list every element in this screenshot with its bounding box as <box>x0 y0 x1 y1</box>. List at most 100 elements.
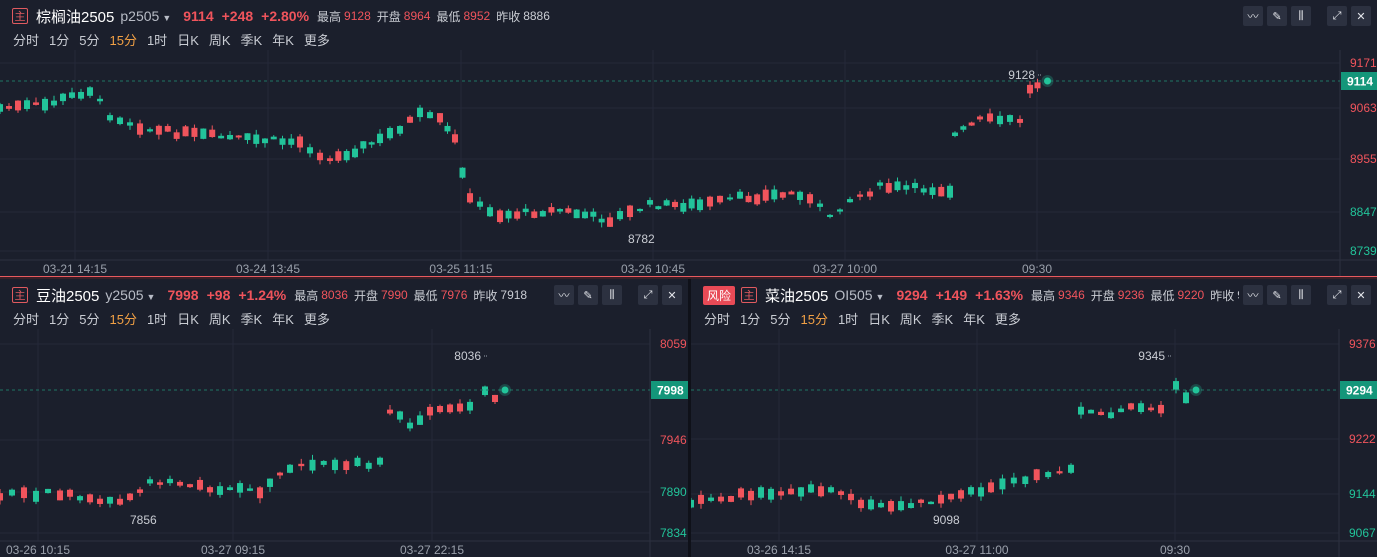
tab-period[interactable]: 1分 <box>740 309 760 328</box>
y-tick-label: 9144 <box>1349 487 1376 501</box>
candle <box>958 488 964 502</box>
candle <box>0 489 3 505</box>
tab-period[interactable]: 分时 <box>13 309 39 328</box>
draw-pen-icon[interactable]: ✎ <box>1267 6 1287 26</box>
tab-period[interactable]: 15分 <box>109 30 136 49</box>
candle-style-icon[interactable]: ⫼ <box>602 285 622 305</box>
tab-period[interactable]: 分时 <box>704 309 730 328</box>
candle <box>1022 475 1029 488</box>
tab-period[interactable]: 分时 <box>13 30 39 49</box>
close-icon[interactable]: ✕ <box>1351 6 1371 26</box>
candlestick-chart[interactable]: 8059 7946 7890 7834 7998 03-26 10:15 03-27 09:… <box>0 329 688 557</box>
expand-icon[interactable]: ⤢ <box>638 285 658 305</box>
tab-period[interactable]: 年K <box>963 309 985 328</box>
tab-period[interactable]: 年K <box>272 309 294 328</box>
candle <box>797 190 803 205</box>
candle <box>988 479 994 494</box>
tab-period[interactable]: 5分 <box>79 309 99 328</box>
candle <box>691 497 694 509</box>
stat-label: 昨收 <box>496 9 521 24</box>
tab-period[interactable]: 年K <box>272 30 294 49</box>
tab-period[interactable]: 15分 <box>109 309 136 328</box>
candle <box>60 92 66 105</box>
contract-selector[interactable]: OI505 ▼ <box>834 287 884 303</box>
candle <box>247 484 253 492</box>
candle <box>417 411 423 426</box>
tab-period[interactable]: 1分 <box>49 30 69 49</box>
candle <box>277 471 283 479</box>
x-tick-label: 03-27 22:15 <box>400 543 464 557</box>
candle <box>987 108 993 124</box>
expand-icon[interactable]: ⤢ <box>1327 6 1347 26</box>
candlestick-chart[interactable]: 9171 9063 8955 8847 8739 9114 03-21 14:15 03-24… <box>0 50 1377 276</box>
candle <box>447 403 453 414</box>
candle <box>788 484 794 495</box>
tab-period[interactable]: 5分 <box>79 30 99 49</box>
tab-period[interactable]: 日K <box>868 309 890 328</box>
tab-period[interactable]: 日K <box>177 30 199 49</box>
close-icon[interactable]: ✕ <box>1351 285 1371 305</box>
tab-period[interactable]: 1时 <box>147 309 167 328</box>
candle <box>948 493 954 503</box>
stat-label: 开盘 <box>1090 288 1115 303</box>
tab-period[interactable]: 周K <box>209 30 231 49</box>
tab-period[interactable]: 15分 <box>800 309 827 328</box>
x-tick-label: 03-27 10:00 <box>813 262 877 276</box>
indicator-icon[interactable]: 〰 <box>1243 6 1263 26</box>
y-tick-label: 7890 <box>660 485 687 499</box>
stat-value: 9346 <box>1058 288 1085 302</box>
candle <box>267 478 273 492</box>
indicator-icon[interactable]: 〰 <box>554 285 574 305</box>
candle <box>77 494 83 504</box>
candle <box>717 195 723 205</box>
candle <box>947 183 953 200</box>
tab-period[interactable]: 更多 <box>995 309 1021 328</box>
tab-period[interactable]: 更多 <box>304 309 330 328</box>
contract-selector[interactable]: p2505 ▼ <box>120 8 171 24</box>
indicator-icon[interactable]: 〰 <box>1243 285 1263 305</box>
candle-style-icon[interactable]: ⫼ <box>1291 6 1311 26</box>
tab-period[interactable]: 周K <box>209 309 231 328</box>
candle <box>1128 402 1134 411</box>
candle <box>688 195 695 211</box>
expand-icon[interactable]: ⤢ <box>1327 285 1347 305</box>
draw-pen-icon[interactable]: ✎ <box>578 285 598 305</box>
tab-period[interactable]: 季K <box>241 30 263 49</box>
candle <box>477 196 483 210</box>
candle <box>298 458 305 471</box>
tab-period[interactable]: 日K <box>177 309 199 328</box>
tab-period[interactable]: 季K <box>241 309 263 328</box>
instrument-name: 菜油2505 <box>765 287 829 305</box>
candle <box>607 212 613 227</box>
tab-period[interactable]: 周K <box>900 309 922 328</box>
candle-style-icon[interactable]: ⫼ <box>1291 285 1311 305</box>
draw-pen-icon[interactable]: ✎ <box>1267 285 1287 305</box>
tab-period[interactable]: 1分 <box>49 309 69 328</box>
tab-period[interactable]: 季K <box>932 309 954 328</box>
candle <box>137 486 143 497</box>
candle <box>908 498 914 509</box>
instrument-name: 豆油2505 <box>36 287 100 305</box>
candle <box>187 483 193 488</box>
candle <box>487 204 493 217</box>
candle <box>977 114 983 122</box>
close-icon[interactable]: ✕ <box>662 285 682 305</box>
candle <box>444 122 451 134</box>
tab-period[interactable]: 5分 <box>770 309 790 328</box>
candle <box>217 482 223 498</box>
candlestick-chart[interactable]: 9376 9222 9144 9067 9294 03-26 14:15 03-27 11:… <box>691 329 1377 557</box>
chart-toolbar: 〰 ✎ ⫼ ⤢ ✕ <box>1239 285 1371 305</box>
contract-selector[interactable]: y2505 ▼ <box>105 287 155 303</box>
tab-period[interactable]: 1时 <box>838 309 858 328</box>
tab-period[interactable]: 1时 <box>147 30 167 49</box>
candle <box>539 209 546 217</box>
candle <box>78 88 84 101</box>
candle <box>718 492 724 504</box>
candle <box>867 188 873 201</box>
candle <box>1148 403 1154 412</box>
candle <box>237 480 243 498</box>
low-marker-label: 7856 <box>130 513 157 527</box>
tab-period[interactable]: 更多 <box>304 30 330 49</box>
x-tick-label: 03-26 10:45 <box>621 262 685 276</box>
chevron-down-icon: ▼ <box>146 292 156 302</box>
